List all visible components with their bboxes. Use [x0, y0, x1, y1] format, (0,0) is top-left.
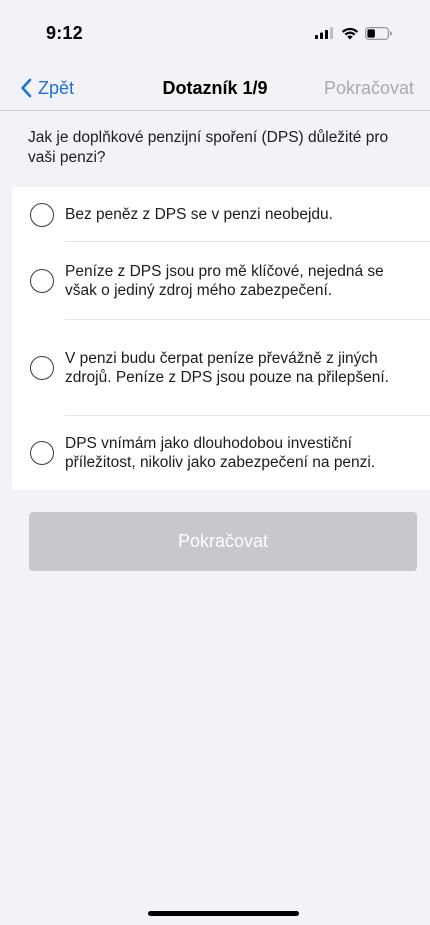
- back-label: Zpět: [38, 77, 75, 98]
- signal-icon: [315, 27, 335, 39]
- battery-icon: [365, 26, 392, 40]
- radio-button[interactable]: [30, 202, 54, 227]
- option-label: Bez peněz z DPS se v penzi neobejdu.: [65, 206, 333, 223]
- option-label: V penzi budu čerpat peníze převážně z ji…: [65, 350, 389, 386]
- navigation-bar: Zpět Dotazník 1/9 Pokračovat: [0, 66, 430, 110]
- option-label: DPS vnímám jako dlouhodobou investiční p…: [65, 435, 376, 471]
- nav-continue-button[interactable]: Pokračovat: [324, 66, 414, 110]
- radio-button[interactable]: [30, 441, 54, 465]
- radio-button[interactable]: [30, 269, 54, 293]
- options-list: Bez peněz z DPS se v penzi neobejdu. Pen…: [12, 187, 430, 490]
- option-item[interactable]: Bez peněz z DPS se v penzi neobejdu.: [12, 187, 430, 242]
- option-item[interactable]: DPS vnímám jako dlouhodobou investiční p…: [12, 416, 430, 490]
- option-label: Peníze z DPS jsou pro mě klíčové, nejedn…: [65, 263, 384, 299]
- option-item[interactable]: V penzi budu čerpat peníze převážně z ji…: [12, 320, 430, 416]
- nav-divider: [0, 110, 430, 111]
- option-item[interactable]: Peníze z DPS jsou pro mě klíčové, nejedn…: [12, 242, 430, 320]
- questionnaire-screen: 9:12 Zpět Dotazník 1/9 Pokračovat Jak je…: [0, 0, 430, 925]
- continue-button[interactable]: Pokračovat: [29, 512, 417, 571]
- question-text: Jak je doplňkové penzijní spoření (DPS) …: [28, 129, 389, 166]
- wifi-icon: [341, 27, 359, 40]
- status-icons: [315, 26, 392, 40]
- status-bar: 9:12: [0, 0, 430, 66]
- radio-button[interactable]: [30, 356, 54, 380]
- status-time: 9:12: [46, 22, 83, 43]
- back-button[interactable]: Zpět: [20, 66, 74, 110]
- home-indicator: [148, 911, 299, 916]
- chevron-left-icon: [20, 78, 32, 98]
